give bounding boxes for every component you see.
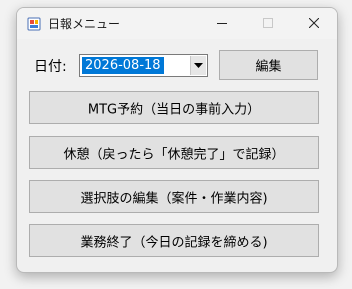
maximize-button[interactable]: [245, 8, 291, 39]
end-work-label: 業務終了（今日の記録を締める): [80, 235, 268, 250]
edit-button-label: 編集: [255, 59, 282, 75]
edit-options-label: 選択肢の編集（案件・作業内容): [80, 191, 268, 206]
date-value[interactable]: 2026-08-18: [82, 57, 164, 74]
close-button[interactable]: [291, 8, 337, 39]
app-window: 日報メニュー 日付: 2026-08-18 編集 MTG予約（当日の事前入力） …: [16, 7, 338, 273]
break-button[interactable]: 休憩（戻ったら「休憩完了」で記録）: [29, 136, 319, 169]
edit-options-button[interactable]: 選択肢の編集（案件・作業内容): [29, 180, 319, 213]
date-dropdown-button[interactable]: [190, 56, 206, 75]
minimize-icon: [217, 23, 227, 24]
mtg-reservation-button[interactable]: MTG予約（当日の事前入力）: [29, 91, 319, 124]
close-icon: [309, 18, 319, 28]
maximize-icon: [263, 18, 273, 28]
break-label: 休憩（戻ったら「休憩完了」で記録）: [63, 147, 285, 162]
window-title: 日報メニュー: [48, 17, 121, 31]
mtg-reservation-label: MTG予約（当日の事前入力）: [87, 102, 261, 117]
edit-button[interactable]: 編集: [219, 50, 318, 80]
app-icon: [27, 17, 41, 31]
date-picker[interactable]: 2026-08-18: [79, 54, 208, 77]
end-work-button[interactable]: 業務終了（今日の記録を締める): [29, 224, 319, 257]
minimize-button[interactable]: [199, 8, 245, 39]
chevron-down-icon: [194, 63, 203, 68]
date-label: 日付:: [34, 59, 67, 75]
title-bar: 日報メニュー: [17, 8, 337, 39]
